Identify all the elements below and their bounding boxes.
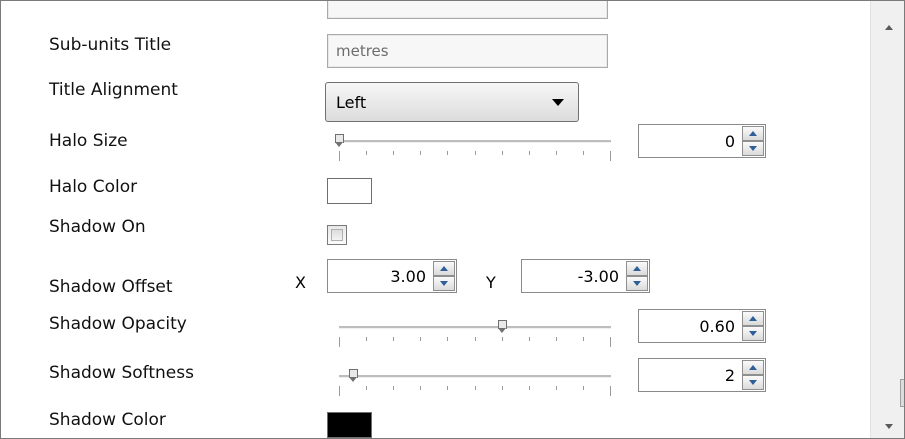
slider-tick [447, 337, 449, 341]
shadow-opacity-spinbox[interactable]: 0.60 [638, 309, 766, 343]
slider-tick [582, 151, 584, 155]
slider-thumb[interactable] [335, 134, 344, 147]
spin-up-icon[interactable] [742, 360, 764, 375]
scrollbar-thumb[interactable] [900, 379, 904, 407]
shadow-x-value: 3.00 [390, 267, 426, 286]
shadow-on-checkbox[interactable] [327, 225, 347, 245]
slider-ticks [339, 337, 611, 347]
shadow-softness-spinbox[interactable]: 2 [638, 358, 766, 392]
properties-panel: Sub-units Title metres Title Alignment L… [0, 0, 905, 439]
spin-down-icon[interactable] [742, 141, 764, 156]
spin-down-icon[interactable] [626, 276, 648, 291]
slider-track [339, 140, 611, 143]
slider-tick [366, 386, 368, 390]
shadow-y-label: Y [486, 273, 496, 292]
slider-track [339, 375, 611, 378]
slider-tick [474, 386, 476, 390]
slider-tick [555, 386, 557, 390]
slider-ticks [339, 386, 611, 396]
shadow-color-label: Shadow Color [49, 410, 166, 430]
slider-tick [447, 151, 449, 155]
shadow-y-value: -3.00 [577, 267, 619, 286]
previous-field-input[interactable] [327, 1, 608, 19]
spin-up-icon[interactable] [433, 261, 455, 276]
shadow-opacity-value: 0.60 [699, 317, 735, 336]
slider-tick [366, 151, 368, 155]
shadow-opacity-label: Shadow Opacity [49, 314, 187, 334]
slider-tick [393, 386, 395, 390]
spin-down-icon[interactable] [433, 276, 455, 291]
shadow-opacity-slider[interactable] [339, 319, 611, 349]
slider-tick [610, 386, 611, 396]
title-alignment-label: Title Alignment [49, 80, 178, 100]
slider-tick [555, 337, 557, 341]
scroll-up-arrow-icon[interactable] [885, 25, 893, 30]
slider-tick [474, 151, 476, 155]
shadow-y-spinbox[interactable]: -3.00 [521, 259, 650, 293]
spin-up-icon[interactable] [742, 311, 764, 326]
shadow-softness-value: 2 [724, 366, 735, 385]
shadow-on-label: Shadow On [49, 217, 146, 237]
slider-tick [528, 386, 530, 390]
halo-size-slider[interactable] [335, 133, 611, 163]
title-alignment-value: Left [336, 93, 367, 112]
chevron-down-icon [552, 99, 564, 106]
slider-tick [366, 337, 368, 341]
spin-up-icon[interactable] [742, 126, 764, 141]
shadow-color-swatch[interactable] [327, 412, 372, 438]
title-alignment-dropdown[interactable]: Left [325, 82, 579, 122]
shadow-offset-label: Shadow Offset [49, 279, 173, 297]
slider-tick [447, 386, 449, 390]
halo-size-spinbox[interactable]: 0 [638, 124, 766, 158]
slider-track [339, 326, 611, 329]
slider-tick [582, 386, 584, 390]
slider-tick [339, 151, 340, 161]
slider-tick [393, 151, 395, 155]
slider-thumb[interactable] [498, 320, 508, 333]
slider-tick [501, 151, 503, 155]
slider-tick [610, 151, 611, 161]
subunits-title-input[interactable]: metres [327, 34, 608, 68]
slider-ticks [339, 151, 611, 161]
slider-tick [528, 337, 530, 341]
spin-up-icon[interactable] [626, 261, 648, 276]
slider-tick [339, 386, 340, 396]
slider-tick [582, 337, 584, 341]
spin-down-icon[interactable] [742, 326, 764, 341]
shadow-softness-slider[interactable] [339, 368, 611, 398]
halo-color-label: Halo Color [49, 177, 138, 197]
shadow-x-spinbox[interactable]: 3.00 [327, 259, 457, 293]
slider-tick [393, 337, 395, 341]
subunits-title-label: Sub-units Title [49, 35, 172, 55]
slider-tick [339, 337, 340, 347]
slider-tick [501, 337, 503, 341]
scroll-down-arrow-icon[interactable] [885, 424, 893, 429]
shadow-softness-label: Shadow Softness [49, 363, 194, 383]
halo-size-label: Halo Size [49, 131, 128, 151]
slider-tick [474, 337, 476, 341]
slider-thumb[interactable] [348, 369, 358, 382]
slider-tick [555, 151, 557, 155]
vertical-scrollbar[interactable] [870, 1, 904, 438]
slider-tick [420, 337, 422, 341]
slider-tick [420, 151, 422, 155]
shadow-x-label: X [295, 273, 306, 292]
slider-tick [528, 151, 530, 155]
slider-tick [610, 337, 611, 347]
slider-tick [501, 386, 503, 390]
halo-color-swatch[interactable] [327, 178, 372, 204]
halo-size-value: 0 [724, 132, 735, 151]
spin-down-icon[interactable] [742, 375, 764, 390]
slider-tick [420, 386, 422, 390]
